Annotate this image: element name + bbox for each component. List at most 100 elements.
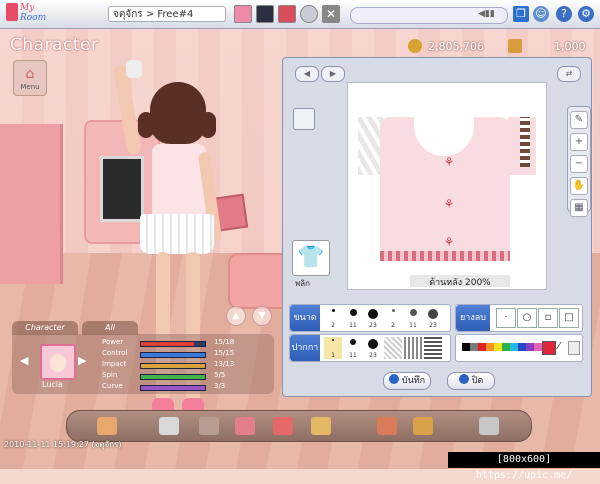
stat-bar-fill [141,342,195,346]
pen-size-11[interactable]: 11 [344,337,362,359]
scroll-down-icon[interactable]: ▼ [252,306,272,326]
brush-size-23[interactable]: 23 [364,307,382,329]
brush-soft-2[interactable]: 2 [384,307,402,329]
volume-icon[interactable]: ◀▮▮ [478,9,498,19]
pattern-stripes[interactable] [424,337,442,359]
pattern-dots[interactable] [384,337,402,359]
stat-name: Impact [102,360,127,368]
stat-bar [140,374,206,380]
color-swatch[interactable] [486,343,494,351]
pencil-icon[interactable] [293,108,315,130]
pattern-lines[interactable] [404,337,422,359]
pen-size-1[interactable]: 1 [324,337,342,359]
character-info-panel: ◀ ▶ Lucia Power 15/18 Control 15/15 Impact 13… [12,334,274,394]
ball-slot-icon[interactable] [300,5,318,23]
save-button[interactable]: บันทึก [383,372,431,390]
avatar-slot-icon[interactable] [234,5,252,23]
close-button[interactable]: ปิด [447,372,495,390]
eraser-small-button[interactable]: · [496,308,516,328]
zoom-out-icon[interactable]: − [570,155,588,173]
coin-icon [408,39,422,53]
help-icon[interactable]: ? [556,6,572,22]
design-canvas[interactable]: ⚘ ⚘ ⚘ ด้านหลัง 200% [347,82,547,290]
zoom-in-icon[interactable]: + [570,133,588,151]
color-swatch[interactable] [502,343,510,351]
cash-amount: 1,000 [554,40,586,53]
color-swatch[interactable] [470,343,478,351]
square-large-button[interactable]: □ [559,308,579,328]
next-arrow-button[interactable]: ▶ [321,66,345,82]
wallpaper-icon[interactable] [235,417,255,435]
location-breadcrumb: จตุจักร > Free#4 [108,6,226,22]
sleeve-stripe [520,117,530,167]
gift-icon[interactable] [413,417,433,435]
color-swatch[interactable] [510,343,518,351]
color-swatch[interactable] [518,343,526,351]
pen-row: ปากกา 1 11 23 [289,334,451,362]
brush-size-11[interactable]: 11 [344,307,362,329]
stat-bar-fill [141,386,205,390]
pen-size-23[interactable]: 23 [364,337,382,359]
logo-mark-icon [6,3,18,21]
color-swatch[interactable] [462,343,470,351]
room-icon[interactable] [273,417,293,435]
stat-row-spin: Spin 5/5 [102,371,272,381]
ribbon-bow-icon: ⚘ [443,235,455,249]
square-small-button[interactable]: ▫ [538,308,558,328]
view-caption: ด้านหลัง 200% [410,275,510,288]
stat-name: Control [102,349,128,357]
grid-icon[interactable]: ▦ [570,199,588,217]
puzzle-icon[interactable] [311,417,331,435]
exit-icon[interactable] [479,417,499,435]
window-icon[interactable]: ❐ [513,6,529,22]
decor-icon[interactable] [199,417,219,435]
stat-name: Spin [102,371,118,379]
color-swatch[interactable] [534,343,542,351]
pigtail-left [138,112,154,138]
brush-soft-11[interactable]: 11 [404,307,422,329]
editor-toolbar: ◀ ▶ ⇄ [289,66,585,82]
color-swatch[interactable] [494,343,502,351]
timestamp: 2010-11-11 15:19:27 (จตุจักร) [4,440,122,449]
house-icon: ⌂ [25,66,35,82]
stat-value: 15/18 [214,338,235,346]
watermark: [800x600] https://upic.me/ [448,452,600,481]
stat-row-impact: Impact 13/13 [102,360,272,370]
stat-row-curve: Curve 3/3 [102,382,272,392]
fill-bucket-icon[interactable] [568,341,580,355]
shop-icon[interactable] [159,417,179,435]
settings-gear-icon[interactable]: ⚙ [578,6,594,22]
stat-name: Power [102,338,124,346]
color-swatch[interactable] [478,343,486,351]
coin-amount: 2,805,706 [428,40,484,53]
item-slot-icon[interactable] [278,5,296,23]
ribbon-bow-icon: ⚘ [443,197,455,211]
brush-size-2[interactable]: 2 [324,307,342,329]
eyedropper-icon[interactable]: ⁄ [558,341,566,353]
prev-character-icon[interactable]: ◀ [20,354,30,368]
flip-shirt-button[interactable]: 👕 [292,240,330,276]
swap-icon[interactable]: ⇄ [557,66,581,82]
close-slot-icon[interactable]: ✕ [322,5,340,23]
character-title: Character [10,35,99,55]
stat-value: 3/3 [214,382,226,390]
circle-shape-button[interactable]: ○ [517,308,537,328]
current-color[interactable] [542,341,556,355]
furniture-icon[interactable] [97,417,117,435]
hand-icon[interactable]: ✋ [570,177,588,195]
color-swatch[interactable] [526,343,534,351]
home-icon[interactable] [377,417,397,435]
prev-arrow-button[interactable]: ◀ [295,66,319,82]
tab-all[interactable]: All [82,321,138,335]
glove [126,60,142,78]
next-character-icon[interactable]: ▶ [78,354,88,368]
brush-soft-23[interactable]: 23 [424,307,442,329]
pen-tool-icon[interactable]: ✎ [570,111,588,129]
friends-icon[interactable]: ☺ [533,6,549,22]
outfit-slot-icon[interactable] [256,5,274,23]
scroll-up-icon[interactable]: ▲ [226,306,246,326]
tab-character[interactable]: Character [12,321,78,335]
character-portrait [40,344,76,380]
menu-button[interactable]: ⌂ Menu [13,60,47,96]
my-room-logo[interactable]: My Room [6,3,50,25]
